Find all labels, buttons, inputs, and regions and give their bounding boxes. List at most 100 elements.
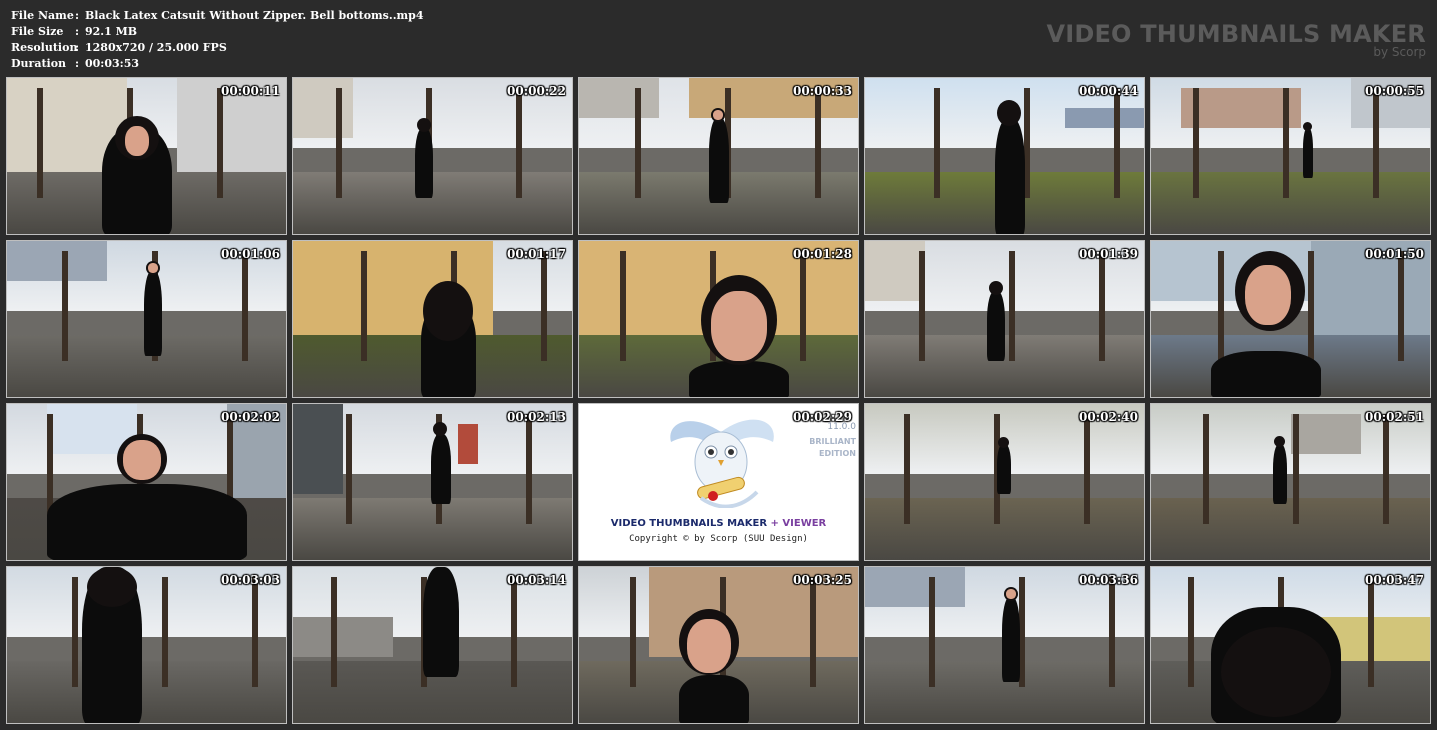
person-figure: [1273, 444, 1287, 504]
person-figure: [423, 567, 459, 677]
thumbnail-frame[interactable]: 00:01:50: [1150, 240, 1431, 398]
person-figure: [1002, 597, 1020, 682]
owl-logo-icon: [670, 419, 774, 508]
person-face: [1245, 265, 1291, 325]
tree: [1293, 414, 1299, 524]
tree: [162, 577, 168, 687]
timestamp: 00:03:36: [1079, 573, 1138, 587]
building: [1291, 414, 1361, 454]
tree: [526, 414, 532, 524]
person-hair: [1303, 122, 1312, 131]
thumbnail-frame[interactable]: 00:00:22: [292, 77, 573, 235]
thumbnail-frame[interactable]: 00:03:25: [578, 566, 859, 724]
tree: [1383, 414, 1389, 524]
timestamp: 00:00:33: [793, 84, 852, 98]
building: [293, 404, 343, 494]
logo-edition-line1: BRILLIANT: [809, 437, 856, 446]
person-hair: [998, 437, 1009, 448]
person-hair: [1274, 436, 1285, 447]
tree: [635, 88, 641, 198]
person-figure: [997, 444, 1011, 494]
timestamp: 00:02:51: [1365, 410, 1424, 424]
thumbnail-frame[interactable]: 00:01:28: [578, 240, 859, 398]
tree: [346, 414, 352, 524]
logo-edition-line2: EDITION: [818, 449, 856, 458]
thumbnail-frame[interactable]: 00:00:11: [6, 77, 287, 235]
person-face: [123, 440, 161, 480]
timestamp: 00:03:47: [1365, 573, 1424, 587]
timestamp: 00:03:03: [221, 573, 280, 587]
timestamp: 00:00:11: [221, 84, 280, 98]
thumbnail-frame[interactable]: 00:02:13: [292, 403, 573, 561]
tree: [904, 414, 910, 524]
thumbnail-grid: 00:00:11 00:00:22 00:00:33 00:00:44 00:00:55…: [0, 0, 1437, 730]
tree: [1308, 251, 1314, 361]
logo-title-main: VIDEO THUMBNAILS MAKER: [610, 518, 768, 529]
tree: [37, 88, 43, 198]
tree: [217, 88, 223, 198]
tree: [1203, 414, 1209, 524]
tree: [630, 577, 636, 687]
thumbnail-frame[interactable]: 00:02:02: [6, 403, 287, 561]
thumbnail-frame[interactable]: 00:00:44: [864, 77, 1145, 235]
person-figure: [1211, 351, 1321, 397]
tree: [1009, 251, 1015, 361]
thumbnail-frame[interactable]: 00:00:33: [578, 77, 859, 235]
person-hair: [1221, 627, 1331, 717]
tree: [1109, 577, 1115, 687]
person-figure: [987, 291, 1005, 361]
thumbnail-frame[interactable]: 11.0.0 BRILLIANT EDITION VIDEO THUMBNAILS M…: [578, 403, 859, 561]
thumbnail-frame[interactable]: 00:01:39: [864, 240, 1145, 398]
thumbnail-frame[interactable]: 00:01:06: [6, 240, 287, 398]
tree: [800, 251, 806, 361]
thumbnail-frame[interactable]: 00:02:40: [864, 403, 1145, 561]
building: [293, 78, 353, 138]
tree: [1218, 251, 1224, 361]
person-hair: [433, 422, 447, 436]
timestamp: 00:00:44: [1079, 84, 1138, 98]
person-hair: [997, 100, 1021, 126]
logo-title-plus: + VIEWER: [770, 518, 827, 529]
timestamp: 00:01:39: [1079, 247, 1138, 261]
tree: [620, 251, 626, 361]
building: [579, 78, 659, 118]
timestamp: 00:00:22: [507, 84, 566, 98]
timestamp: 00:01:06: [221, 247, 280, 261]
person-face: [711, 291, 767, 361]
person-figure: [995, 118, 1025, 234]
thumbnail-frame[interactable]: 00:03:36: [864, 566, 1145, 724]
thumbnail-frame[interactable]: 00:00:55: [1150, 77, 1431, 235]
person-face: [687, 619, 731, 673]
thumbnail-frame[interactable]: 00:03:47: [1150, 566, 1431, 724]
person-hair: [989, 281, 1003, 295]
person-figure: [1303, 128, 1313, 178]
ground: [7, 660, 286, 723]
timestamp: 00:02:02: [221, 410, 280, 424]
tree: [1193, 88, 1199, 198]
timestamp: 00:01:50: [1365, 247, 1424, 261]
tree: [511, 577, 517, 687]
timestamp: 00:02:13: [507, 410, 566, 424]
person-figure: [47, 484, 247, 560]
thumbnail-frame[interactable]: 00:03:14: [292, 566, 573, 724]
timestamp: 00:01:17: [507, 247, 566, 261]
timestamp: 00:02:40: [1079, 410, 1138, 424]
thumbnail-frame[interactable]: 00:02:51: [1150, 403, 1431, 561]
person-figure: [679, 675, 749, 723]
thumbnail-frame[interactable]: 00:01:17: [292, 240, 573, 398]
person-figure: [144, 271, 162, 356]
person-figure: [431, 434, 451, 504]
tree: [929, 577, 935, 687]
tree: [1084, 414, 1090, 524]
building: [293, 617, 393, 657]
thumbnail-frame[interactable]: 00:03:03: [6, 566, 287, 724]
timestamp: 00:00:55: [1365, 84, 1424, 98]
tree: [72, 577, 78, 687]
person-face: [148, 263, 158, 273]
tree: [919, 251, 925, 361]
timestamp: 00:01:28: [793, 247, 852, 261]
person-hair: [423, 281, 473, 341]
person-figure: [709, 118, 729, 203]
tree: [336, 88, 342, 198]
building: [1065, 108, 1144, 128]
